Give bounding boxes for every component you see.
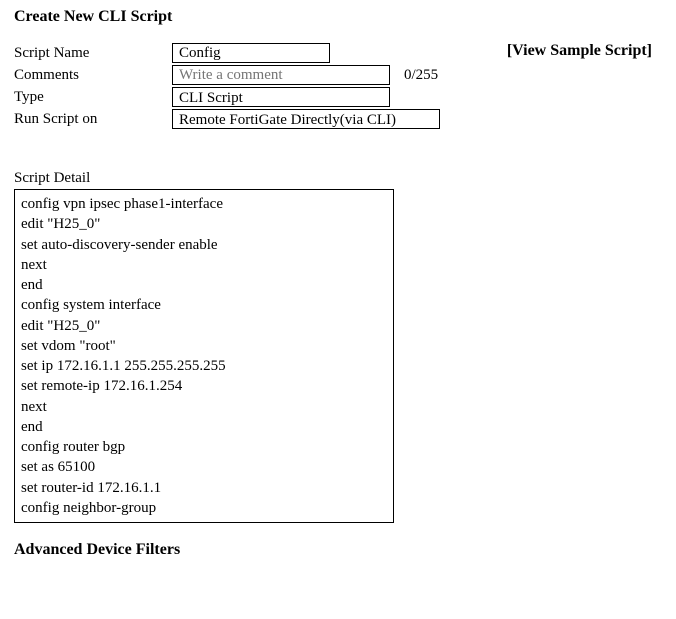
row-run-on: Run Script on Remote FortiGate Directly(… [14,108,662,130]
label-script-name: Script Name [14,45,172,62]
input-script-name[interactable] [172,43,330,63]
row-comments: Comments 0/255 [14,64,662,86]
row-type: Type CLI Script [14,86,662,108]
label-comments: Comments [14,67,172,84]
comments-char-count: 0/255 [404,67,438,84]
view-sample-script-link[interactable]: [View Sample Script] [507,42,652,60]
input-comments[interactable] [172,65,390,85]
label-run-on: Run Script on [14,111,172,128]
page-title: Create New CLI Script [14,8,662,26]
textarea-script-detail[interactable]: config vpn ipsec phase1-interface edit "… [14,189,394,523]
label-script-detail: Script Detail [14,170,662,187]
label-type: Type [14,89,172,106]
select-type[interactable]: CLI Script [172,87,390,107]
advanced-device-filters-heading: Advanced Device Filters [14,541,662,559]
select-run-on[interactable]: Remote FortiGate Directly(via CLI) [172,109,440,129]
form-area: [View Sample Script] Script Name Comment… [14,42,662,130]
